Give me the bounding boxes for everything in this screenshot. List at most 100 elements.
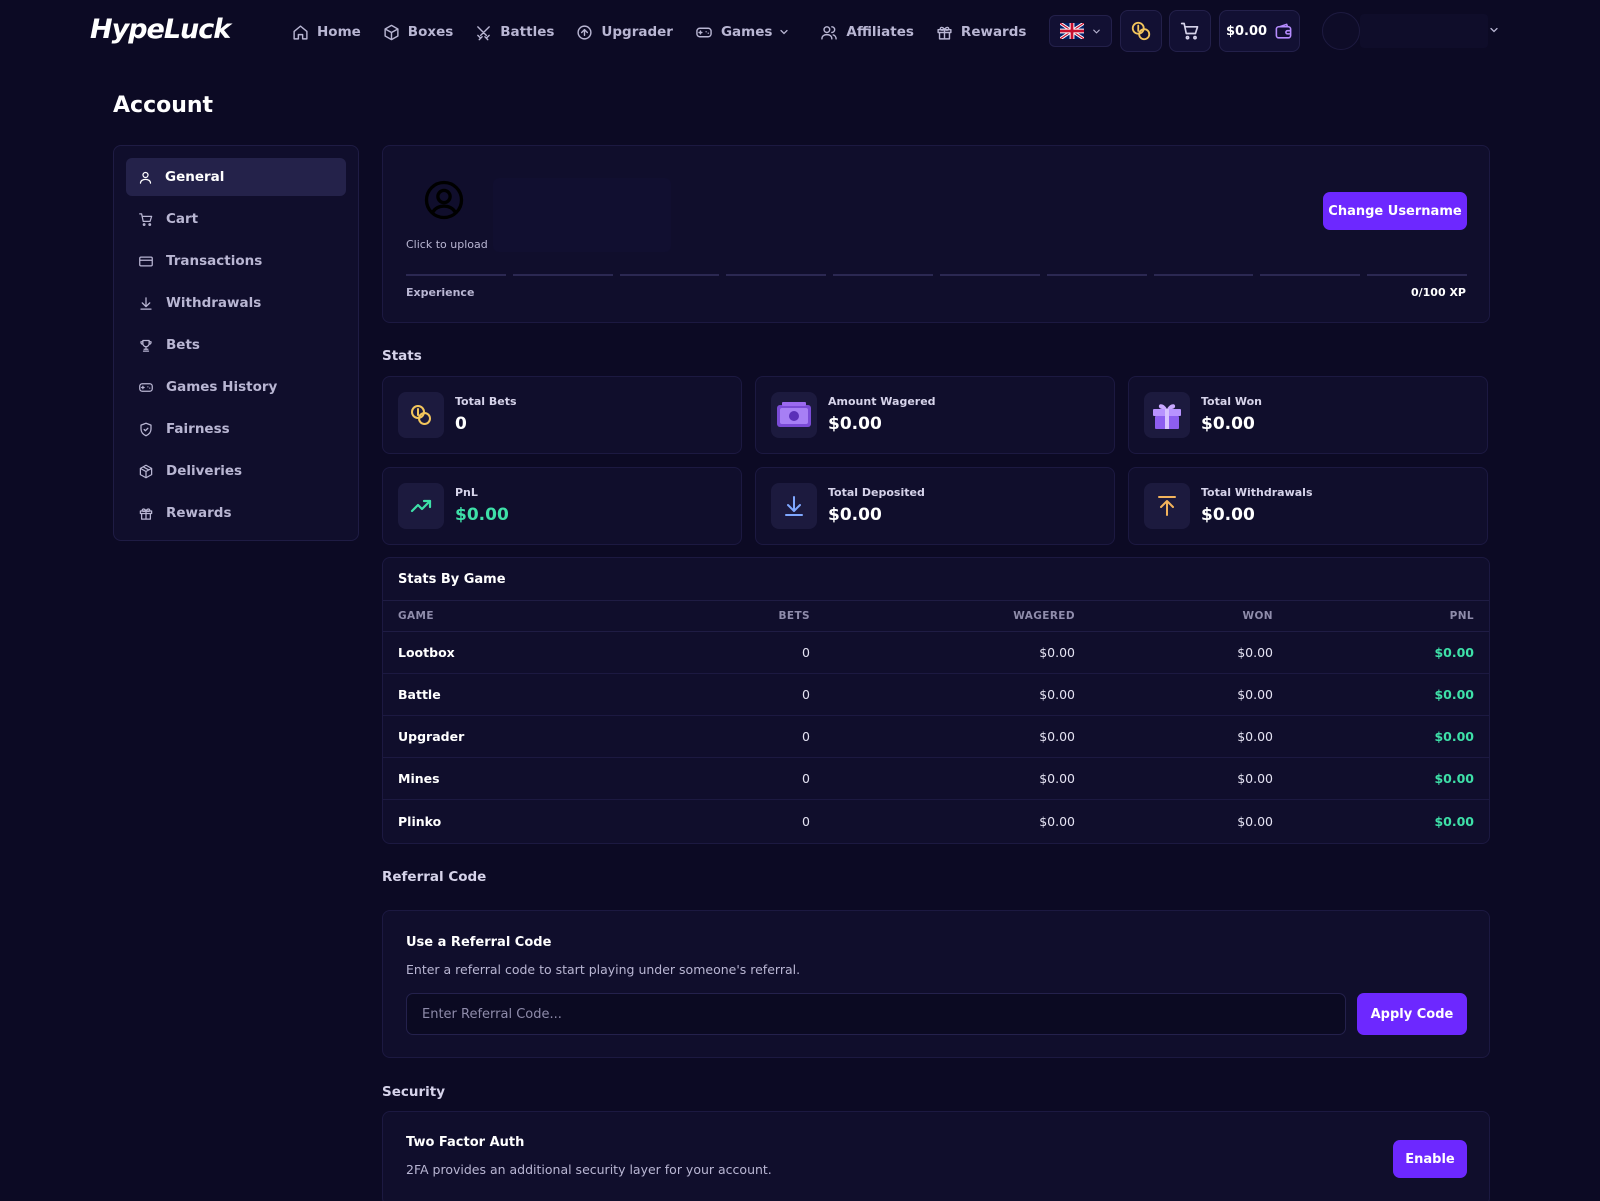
nav-item-label: Battles <box>500 24 555 40</box>
cell-bets: 0 <box>802 687 810 702</box>
cell-wagered: $0.00 <box>1039 687 1075 702</box>
cell-wagered: $0.00 <box>1039 729 1075 744</box>
nav-item-label: Boxes <box>407 24 454 40</box>
sidebar-item-general[interactable]: General <box>126 158 346 196</box>
upload-icon <box>1144 483 1190 529</box>
nav-item-upgrader[interactable]: Upgrader <box>576 20 673 44</box>
column-header-won: WON <box>1242 610 1273 622</box>
stat-card-total-won: Total Won $0.00 <box>1128 376 1488 454</box>
avatar-upload[interactable] <box>423 179 465 221</box>
nav-item-label: Rewards <box>960 24 1027 40</box>
nav-item-affiliates[interactable]: Affiliates <box>820 20 914 44</box>
cell-pnl: $0.00 <box>1434 771 1474 786</box>
cell-game: Plinko <box>398 813 442 829</box>
chevron-down-icon <box>778 26 798 38</box>
nav-item-home[interactable]: Home <box>292 20 361 44</box>
enable-2fa-button[interactable]: Enable <box>1393 1140 1467 1178</box>
xp-segment <box>1046 274 1147 276</box>
upload-hint[interactable]: Click to upload <box>406 238 488 251</box>
coins-button[interactable] <box>1120 10 1162 52</box>
sidebar-item-withdrawals[interactable]: Withdrawals <box>126 284 346 322</box>
sidebar-item-cart[interactable]: Cart <box>126 200 346 238</box>
brand-logo[interactable]: HypeLuck <box>90 12 231 48</box>
profile-card: Click to upload Change Username Experien… <box>382 145 1490 323</box>
sidebar-item-label: Transactions <box>166 253 263 269</box>
sidebar-item-fairness[interactable]: Fairness <box>126 410 346 448</box>
stat-label: Amount Wagered <box>828 395 936 408</box>
stat-value: $0.00 <box>1201 505 1255 525</box>
xp-segment <box>619 274 720 276</box>
xp-segment <box>939 274 1040 276</box>
nav-item-games[interactable]: Games <box>695 20 798 44</box>
top-navbar: HypeLuck Home Boxes Battles Upgrader Gam… <box>0 0 1600 64</box>
table-row: Battle 0 $0.00 $0.00 $0.00 <box>383 674 1489 716</box>
stat-card-total-withdrawals: Total Withdrawals $0.00 <box>1128 467 1488 545</box>
cell-game: Mines <box>398 771 440 786</box>
referral-code-input[interactable] <box>406 993 1346 1035</box>
stat-value: $0.00 <box>828 505 882 525</box>
sidebar-item-bets[interactable]: Bets <box>126 326 346 364</box>
two-factor-description: 2FA provides an additional security laye… <box>406 1162 772 1177</box>
cart-button[interactable] <box>1169 10 1211 52</box>
download-icon <box>138 296 166 311</box>
referral-section-title: Referral Code <box>382 869 487 885</box>
download-icon <box>771 483 817 529</box>
security-section-title: Security <box>382 1084 446 1100</box>
stat-value: $0.00 <box>455 505 509 525</box>
main-nav: Home Boxes Battles Upgrader Games Affili… <box>292 20 1048 44</box>
cell-game: Battle <box>398 687 441 702</box>
uk-flag-icon <box>1059 23 1084 39</box>
cell-pnl: $0.00 <box>1434 729 1474 744</box>
stat-card-total-deposited: Total Deposited $0.00 <box>755 467 1115 545</box>
sidebar-item-games-history[interactable]: Games History <box>126 368 346 406</box>
cell-bets: 0 <box>802 645 810 660</box>
cell-game: Upgrader <box>398 729 465 744</box>
chevron-down-icon[interactable] <box>1488 24 1500 36</box>
username-display <box>493 178 671 252</box>
sidebar-item-transactions[interactable]: Transactions <box>126 242 346 280</box>
xp-total: /100 XP <box>1418 286 1466 299</box>
stats-by-game-table: Stats By Game GAME BETS WAGERED WON PNL … <box>382 557 1490 844</box>
column-header-bets: BETS <box>778 610 810 622</box>
username-menu[interactable] <box>1360 14 1488 48</box>
sidebar-item-deliveries[interactable]: Deliveries <box>126 452 346 490</box>
gamepad-icon <box>695 24 721 41</box>
sidebar-item-rewards[interactable]: Rewards <box>126 494 346 532</box>
apply-code-button[interactable]: Apply Code <box>1357 993 1467 1035</box>
card-icon <box>138 254 166 269</box>
nav-item-boxes[interactable]: Boxes <box>383 20 453 44</box>
user-avatar[interactable] <box>1322 12 1360 50</box>
balance-amount: $0.00 <box>1225 23 1268 39</box>
table-row: Lootbox 0 $0.00 $0.00 $0.00 <box>383 632 1489 674</box>
cell-won: $0.00 <box>1237 813 1273 829</box>
column-header-wagered: WAGERED <box>1013 610 1075 622</box>
cell-game: Lootbox <box>398 645 455 660</box>
nav-item-battles[interactable]: Battles <box>475 20 554 44</box>
xp-segment <box>1367 274 1467 276</box>
nav-item-rewards[interactable]: Rewards <box>936 20 1027 44</box>
stat-label: Total Bets <box>455 395 517 408</box>
change-username-button[interactable]: Change Username <box>1323 192 1467 230</box>
package-icon <box>138 464 166 479</box>
sidebar-item-label: Deliveries <box>166 463 243 479</box>
xp-segment <box>512 274 613 276</box>
column-header-pnl: PNL <box>1449 610 1474 622</box>
sidebar-item-label: Cart <box>166 211 199 227</box>
table-row: Upgrader 0 $0.00 $0.00 $0.00 <box>383 716 1489 758</box>
language-selector[interactable] <box>1049 15 1112 47</box>
wallet-balance-button[interactable]: $0.00 <box>1219 10 1300 52</box>
sidebar-item-label: Bets <box>166 337 200 353</box>
upgrade-icon <box>576 24 601 41</box>
chevron-down-icon <box>1091 26 1102 37</box>
stat-value: $0.00 <box>828 414 882 434</box>
experience-bar <box>406 274 1467 276</box>
wallet-icon <box>1274 22 1293 41</box>
swords-icon <box>475 24 500 41</box>
xp-segment <box>726 274 827 276</box>
stat-card-pnl: PnL $0.00 <box>382 467 742 545</box>
account-sidebar: General Cart Transactions Withdrawals Be… <box>113 145 359 541</box>
trending-up-icon <box>398 483 444 529</box>
gift-icon <box>936 24 961 41</box>
gamepad-icon <box>138 380 166 395</box>
cell-bets: 0 <box>802 813 810 829</box>
